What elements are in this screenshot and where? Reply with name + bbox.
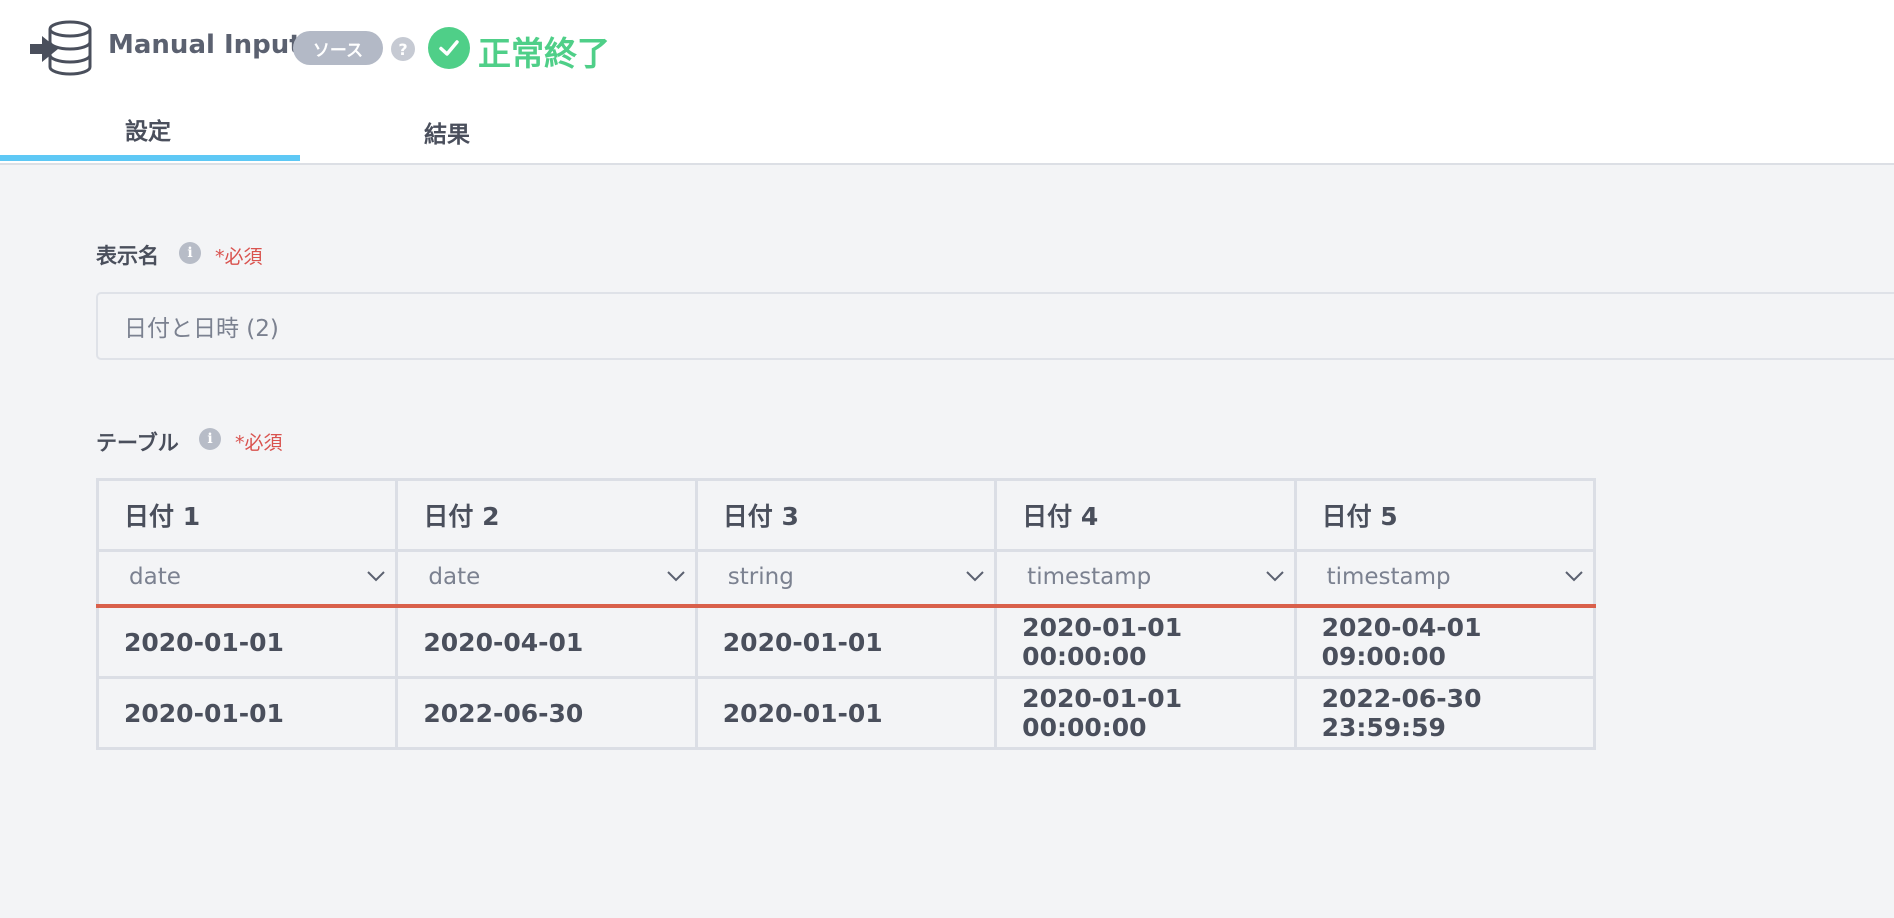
table-cell[interactable]: 2020-04-01 bbox=[395, 604, 698, 679]
manual-input-table: 日付 1 日付 2 日付 3 日付 4 日付 5 date date strin… bbox=[95, 478, 1597, 750]
required-marker: *必須 bbox=[215, 246, 263, 268]
table-cell[interactable]: 2020-01-01 bbox=[694, 604, 998, 679]
active-tab-indicator bbox=[0, 155, 300, 161]
chevron-down-icon bbox=[367, 571, 386, 582]
type-select-value: timestamp bbox=[1326, 564, 1451, 590]
display-name-label: 表示名 bbox=[96, 244, 159, 268]
type-select[interactable]: string bbox=[694, 549, 998, 608]
type-select[interactable]: timestamp bbox=[994, 549, 1297, 608]
type-select-value: date bbox=[428, 564, 481, 590]
column-header[interactable]: 日付 3 bbox=[694, 478, 998, 552]
tab-settings[interactable]: 設定 bbox=[125, 112, 171, 146]
type-select-value: timestamp bbox=[1027, 564, 1152, 590]
table-row: 2020-01-01 2020-04-01 2020-01-01 2020-01… bbox=[95, 604, 1597, 679]
required-marker: *必須 bbox=[235, 432, 283, 454]
table-cell[interactable]: 2020-01-01 00:00:00 bbox=[994, 676, 1297, 750]
type-select[interactable]: date bbox=[95, 549, 399, 608]
table-label: テーブル bbox=[96, 431, 179, 455]
column-header[interactable]: 日付 4 bbox=[994, 478, 1297, 552]
type-select-value: date bbox=[129, 564, 181, 590]
table-cell[interactable]: 2020-01-01 bbox=[95, 604, 399, 679]
tab-results[interactable]: 結果 bbox=[424, 115, 470, 149]
info-icon[interactable]: i bbox=[199, 428, 221, 450]
column-header[interactable]: 日付 1 bbox=[95, 478, 399, 552]
table-cell[interactable]: 2022-06-30 23:59:59 bbox=[1293, 676, 1597, 750]
chevron-down-icon bbox=[1565, 571, 1583, 582]
type-select-value: string bbox=[727, 564, 794, 590]
type-row: date date string timestamp timestamp bbox=[95, 549, 1597, 608]
help-icon[interactable]: ? bbox=[391, 37, 415, 61]
status-text: 正常終了 bbox=[478, 34, 610, 73]
type-select[interactable]: timestamp bbox=[1293, 549, 1597, 608]
table-cell[interactable]: 2020-04-01 09:00:00 bbox=[1293, 604, 1597, 679]
column-header[interactable]: 日付 5 bbox=[1293, 478, 1597, 552]
chevron-down-icon bbox=[1265, 571, 1284, 582]
header-row: 日付 1 日付 2 日付 3 日付 4 日付 5 bbox=[95, 478, 1597, 552]
node-title: Manual Input bbox=[108, 30, 302, 60]
column-header[interactable]: 日付 2 bbox=[395, 478, 698, 552]
check-circle-icon bbox=[428, 27, 470, 69]
type-select[interactable]: date bbox=[395, 549, 698, 608]
database-input-icon bbox=[30, 20, 92, 76]
info-icon[interactable]: i bbox=[179, 242, 201, 264]
table-cell[interactable]: 2022-06-30 bbox=[395, 676, 698, 750]
table-cell[interactable]: 2020-01-01 bbox=[694, 676, 998, 750]
table-cell[interactable]: 2020-01-01 00:00:00 bbox=[994, 604, 1297, 679]
node-header: Manual Input ソース ? 正常終了 設定 結果 bbox=[0, 0, 1894, 165]
table-row: 2020-01-01 2022-06-30 2020-01-01 2020-01… bbox=[95, 676, 1597, 750]
table-cell[interactable]: 2020-01-01 bbox=[95, 676, 399, 750]
display-name-input[interactable]: 日付と日時 (2) bbox=[96, 292, 1894, 360]
source-badge: ソース bbox=[293, 31, 383, 65]
chevron-down-icon bbox=[667, 571, 685, 582]
chevron-down-icon bbox=[966, 571, 984, 582]
